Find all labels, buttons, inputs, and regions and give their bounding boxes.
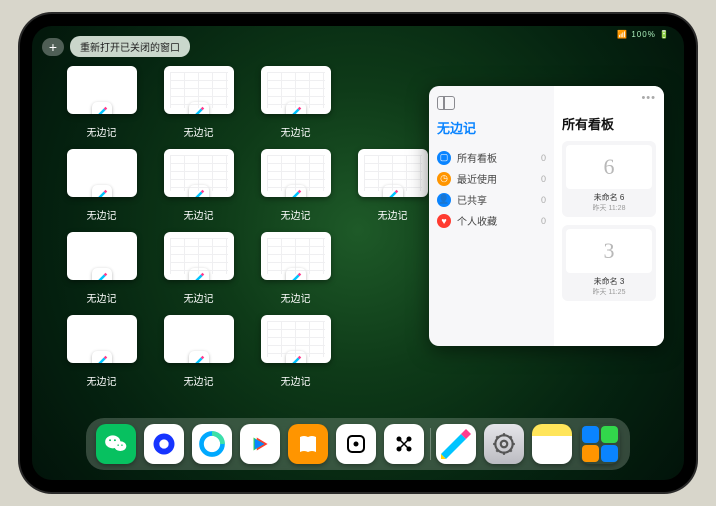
panel-sidebar: 无边记 ▢ 所有看板 0 ◷ 最近使用 0 👤 已共享 0 ♥ 个人收藏 0 — [429, 86, 554, 346]
app-badge-icon — [189, 185, 209, 197]
window-thumb[interactable]: 无边记 — [62, 315, 141, 388]
thumb-label: 无边记 — [281, 290, 311, 305]
app-badge-icon — [383, 185, 403, 197]
card-preview: 3 — [566, 229, 652, 273]
thumb-label: 无边记 — [184, 124, 214, 139]
nav-count: 0 — [541, 195, 546, 205]
nav-label: 最近使用 — [457, 171, 497, 186]
app-badge-icon — [189, 351, 209, 363]
nav-count: 0 — [541, 174, 546, 184]
nav-count: 0 — [541, 216, 546, 226]
window-thumb[interactable]: 无边记 — [159, 315, 238, 388]
app-badge-icon — [286, 351, 306, 363]
window-thumb[interactable]: 无边记 — [159, 232, 238, 305]
window-thumb[interactable]: 无边记 — [159, 66, 238, 139]
reopen-closed-window[interactable]: 重新打开已关闭的窗口 — [70, 36, 190, 57]
thumb-label: 无边记 — [184, 207, 214, 222]
board-card[interactable]: 6 未命名 6昨天 11:28 — [562, 141, 656, 217]
app-badge-icon — [92, 351, 112, 363]
nav-item[interactable]: ▢ 所有看板 0 — [437, 147, 546, 168]
dock-app-grid-app[interactable] — [384, 424, 424, 464]
card-name: 未命名 3 — [594, 276, 625, 287]
dock-app-folder[interactable] — [580, 424, 620, 464]
thumb-label: 无边记 — [87, 290, 117, 305]
ipad-device: 📶 100% 🔋 + 重新打开已关闭的窗口 无边记无边记无边记无边记无边记无边记… — [20, 14, 696, 492]
dock-app-qqbrowser[interactable] — [192, 424, 232, 464]
card-time: 昨天 11:25 — [593, 287, 626, 297]
window-thumb[interactable]: 无边记 — [159, 149, 238, 222]
thumb-label: 无边记 — [378, 207, 408, 222]
card-name: 未命名 6 — [594, 192, 625, 203]
app-badge-icon — [92, 102, 112, 114]
thumb-label: 无边记 — [281, 207, 311, 222]
thumb-label: 无边记 — [87, 373, 117, 388]
dock-app-freeform[interactable] — [436, 424, 476, 464]
nav-label: 所有看板 — [457, 150, 497, 165]
dock-app-quark[interactable] — [144, 424, 184, 464]
thumb-label: 无边记 — [281, 373, 311, 388]
app-badge-icon — [286, 102, 306, 114]
app-badge-icon — [286, 268, 306, 280]
board-card[interactable]: 3 未命名 3昨天 11:25 — [562, 225, 656, 301]
dock-app-settings[interactable] — [484, 424, 524, 464]
panel-right-title: 所有看板 — [562, 114, 656, 133]
thumb-label: 无边记 — [281, 124, 311, 139]
nav-item[interactable]: ♥ 个人收藏 0 — [437, 210, 546, 231]
card-preview: 6 — [566, 145, 652, 189]
panel-title: 无边记 — [437, 118, 546, 137]
square-icon: ▢ — [437, 151, 451, 165]
window-thumb[interactable]: 无边记 — [256, 232, 335, 305]
dock-app-dice[interactable] — [336, 424, 376, 464]
card-time: 昨天 11:28 — [593, 203, 626, 213]
nav-item[interactable]: 👤 已共享 0 — [437, 189, 546, 210]
window-thumb[interactable]: 无边记 — [353, 149, 432, 222]
dock-app-youku[interactable] — [240, 424, 280, 464]
app-badge-icon — [92, 268, 112, 280]
screen: 📶 100% 🔋 + 重新打开已关闭的窗口 无边记无边记无边记无边记无边记无边记… — [32, 26, 684, 480]
panel-main: ••• 所有看板 6 未命名 6昨天 11:28 3 未命名 3昨天 11:25 — [554, 86, 664, 346]
app-badge-icon — [189, 102, 209, 114]
nav-label: 个人收藏 — [457, 213, 497, 228]
nav-count: 0 — [541, 153, 546, 163]
app-badge-icon — [286, 185, 306, 197]
thumb-label: 无边记 — [87, 124, 117, 139]
freeform-panel[interactable]: 无边记 ▢ 所有看板 0 ◷ 最近使用 0 👤 已共享 0 ♥ 个人收藏 0 ••• 所有看板 6 未命… — [429, 86, 664, 346]
app-badge-icon — [92, 185, 112, 197]
heart-icon: ♥ — [437, 214, 451, 228]
dock-app-books[interactable] — [288, 424, 328, 464]
more-icon[interactable]: ••• — [641, 92, 656, 104]
dock-app-wechat[interactable] — [96, 424, 136, 464]
thumb-label: 无边记 — [87, 207, 117, 222]
window-thumb[interactable]: 无边记 — [256, 149, 335, 222]
app-badge-icon — [189, 268, 209, 280]
window-grid: 无边记无边记无边记无边记无边记无边记无边记无边记无边记无边记无边记无边记无边记 — [62, 66, 432, 388]
nav-label: 已共享 — [457, 192, 487, 207]
topbar: + 重新打开已关闭的窗口 — [42, 36, 190, 57]
add-button[interactable]: + — [42, 38, 64, 56]
thumb-label: 无边记 — [184, 373, 214, 388]
dock — [86, 418, 630, 470]
sidebar-toggle-icon[interactable] — [437, 96, 455, 110]
window-thumb[interactable]: 无边记 — [256, 66, 335, 139]
nav-item[interactable]: ◷ 最近使用 0 — [437, 168, 546, 189]
window-thumb[interactable]: 无边记 — [62, 66, 141, 139]
clock-icon: ◷ — [437, 172, 451, 186]
window-thumb[interactable]: 无边记 — [62, 149, 141, 222]
status-bar: 📶 100% 🔋 — [617, 30, 670, 39]
thumb-label: 无边记 — [184, 290, 214, 305]
person-icon: 👤 — [437, 193, 451, 207]
dock-app-notes[interactable] — [532, 424, 572, 464]
window-thumb[interactable]: 无边记 — [62, 232, 141, 305]
window-thumb[interactable]: 无边记 — [256, 315, 335, 388]
